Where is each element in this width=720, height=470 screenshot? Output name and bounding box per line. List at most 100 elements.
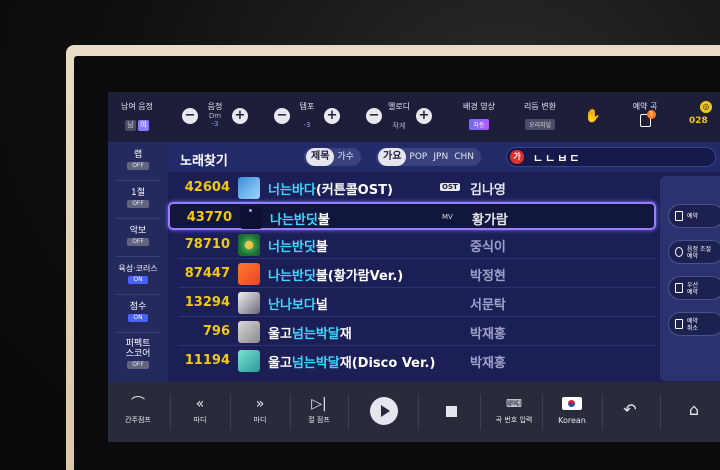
song-title-suffix: 불 [317, 213, 330, 228]
top-control-bar: 남여 음정 남여 − 음정 Dm -3 + − 템포 -3 + − 멜로디 작게… [108, 92, 720, 142]
reserved-songs-label: 예약 곡 [632, 102, 658, 111]
priority-reserve-button[interactable]: 우선 예약 [668, 276, 720, 300]
first-verse-state-badge: OFF [127, 200, 149, 208]
search-field-toggle[interactable]: 제목 가수 [304, 148, 361, 166]
melody-label: 멜로디 [387, 102, 411, 111]
male-key-button[interactable]: 남 [125, 120, 136, 131]
korean-input-icon: 가 [510, 150, 524, 164]
play-button[interactable] [370, 397, 398, 425]
song-row-selected[interactable]: 43770 나는반딧불 MV 황가람 [168, 202, 656, 230]
sidebar-divider [116, 256, 160, 257]
song-title: 나는반딧불(황가람Ver.) [268, 265, 403, 284]
cancel-reserve-icon [675, 319, 683, 329]
row-divider [178, 345, 656, 346]
pitch-plus-button[interactable]: + [232, 108, 248, 124]
bar-forward-label: 마디 [253, 416, 267, 424]
pitch-reserve-button[interactable]: 음정 조절 예약 [668, 240, 720, 264]
sidebar-item-vocal-chorus[interactable]: 육성·코러스 ON [108, 264, 168, 284]
pitch-minus-button[interactable]: − [182, 108, 198, 124]
song-title-suffix: 널 [315, 298, 328, 313]
song-title-suffix: (커튼콜OST) [315, 183, 393, 198]
melody-minus-button[interactable]: − [366, 108, 382, 124]
sidebar-item-scoring[interactable]: 점수 ON [108, 302, 168, 322]
song-title: 난나보다널 [268, 294, 328, 313]
cancel-reserve-button[interactable]: 예약 취소 [668, 312, 720, 336]
song-number: 42604 [184, 180, 230, 195]
number-input-button[interactable]: ⌨ 곡 번호 입력 [484, 382, 544, 442]
sidebar-item-rap[interactable]: 랩 OFF [108, 150, 168, 170]
field-title-option[interactable]: 제목 [306, 148, 335, 166]
verse-jump-button[interactable]: ▷| 절 점프 [294, 382, 344, 442]
rhythm-label: 리듬 변환 [524, 102, 556, 111]
background-video-control[interactable]: 배경 영상 자동 [454, 92, 504, 142]
female-key-button[interactable]: 여 [138, 120, 149, 131]
melody-value: 작게 [392, 122, 406, 130]
song-row[interactable]: 42604 너는바다(커튼콜OST) OST 김나영 [168, 174, 656, 202]
song-title: 너는바다(커튼콜OST) [268, 179, 393, 198]
genre-chn-option[interactable]: CHN [451, 148, 477, 166]
priority-reserve-label-line1: 우선 [687, 282, 699, 289]
song-title: 너는반딧불 [268, 236, 328, 255]
genre-jpn-option[interactable]: JPN [430, 148, 451, 166]
stop-button[interactable] [446, 406, 457, 417]
song-title-match: 나는반딧 [270, 213, 318, 228]
artist-name: 김나영 [470, 183, 506, 198]
toolbar-separator [660, 394, 661, 430]
song-title: 나는반딧불 [270, 209, 330, 228]
back-button[interactable]: ↶ [610, 382, 650, 442]
reserve-button[interactable]: 예약 [668, 204, 720, 228]
field-artist-option[interactable]: 가수 [334, 148, 357, 166]
toolbar-separator [480, 394, 481, 430]
song-row[interactable]: 11194 울고넘는박달재(Disco Ver.) 박재홍 [168, 347, 656, 375]
song-title-suffix: 재(Disco Ver.) [339, 356, 436, 371]
song-title-prefix: 울고 [268, 327, 292, 342]
page-title: 노래찾기 [180, 154, 228, 169]
song-row[interactable]: 796 울고넘는박달재 박재홍 [168, 318, 656, 346]
perfect-score-state-badge: OFF [127, 361, 149, 369]
tempo-plus-button[interactable]: + [324, 108, 340, 124]
song-title: 울고넘는박달재(Disco Ver.) [268, 352, 435, 371]
reserved-songs-button[interactable]: 예약 곡 3 [628, 92, 662, 142]
clap-button[interactable]: ✋ [582, 92, 604, 142]
genre-kpop-option[interactable]: 가요 [378, 148, 407, 166]
background-video-value: 자동 [469, 119, 489, 130]
sidebar-item-score-sheet[interactable]: 악보 OFF [108, 226, 168, 246]
interlude-jump-button[interactable]: ⌒ 간주점프 [114, 382, 162, 442]
bar-forward-button[interactable]: » 마디 [234, 382, 286, 442]
row-divider [178, 316, 656, 317]
rhythm-control[interactable]: 리듬 변환 오리지널 [514, 92, 566, 142]
search-input[interactable]: 가 ㄴㄴㅂㄷ [506, 147, 716, 167]
song-title-suffix: 불(황가람Ver.) [315, 269, 404, 284]
melody-control: 멜로디 작게 [384, 92, 414, 142]
gender-key-label: 남여 음정 [121, 102, 153, 111]
home-button[interactable]: ⌂ [674, 382, 714, 442]
genre-pop-option[interactable]: POP [406, 148, 430, 166]
pitch-control: 음정 Dm -3 [200, 92, 230, 142]
song-row[interactable]: 13294 난나보다널 서문탁 [168, 289, 656, 317]
bar-back-button[interactable]: « 마디 [174, 382, 226, 442]
song-title-suffix: 재 [339, 327, 352, 342]
korea-flag-icon [562, 397, 582, 410]
sidebar-item-first-verse[interactable]: 1절 OFF [108, 188, 168, 208]
melody-plus-button[interactable]: + [416, 108, 432, 124]
song-title: 울고넘는박달재 [268, 323, 352, 342]
rap-label: 랩 [133, 150, 143, 160]
pitch-label: 음정 [207, 102, 223, 111]
song-row[interactable]: 87447 나는반딧불(황가람Ver.) 박정현 [168, 260, 656, 288]
home-icon: ⌂ [688, 400, 700, 419]
priority-reserve-label-line2: 예약 [687, 289, 699, 296]
song-row[interactable]: 78710 너는반딧불 중식이 [168, 231, 656, 259]
language-label: Korean [558, 416, 586, 425]
language-button[interactable]: Korean [546, 382, 598, 442]
sidebar-divider [116, 294, 160, 295]
song-title-match: 넘는박달 [291, 356, 340, 371]
interlude-jump-icon: ⌒ [131, 396, 145, 412]
genre-toggle[interactable]: 가요 POP JPN CHN [376, 148, 481, 166]
album-thumbnail [238, 177, 260, 199]
song-number: 11194 [184, 353, 230, 368]
sidebar-item-perfect-score[interactable]: 퍼펙트 스코어 OFF [108, 339, 168, 369]
sidebar-divider [116, 180, 160, 181]
skip-next-icon: ▷| [311, 396, 327, 412]
tempo-minus-button[interactable]: − [274, 108, 290, 124]
song-title-match: 너는반딧 [268, 240, 316, 255]
